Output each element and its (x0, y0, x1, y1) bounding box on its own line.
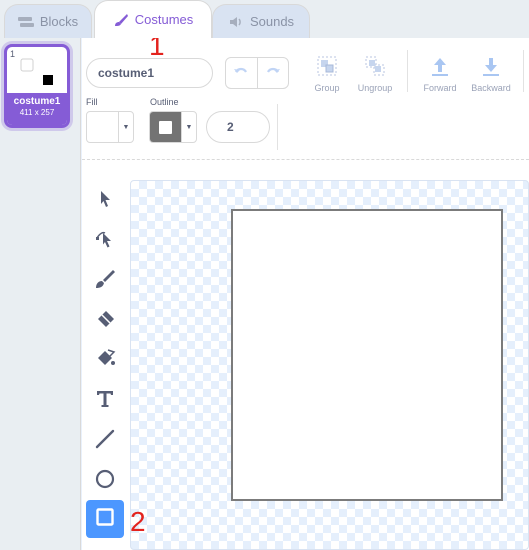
group-icon (316, 55, 338, 83)
outline-label: Outline (150, 97, 179, 107)
circle-tool[interactable] (86, 462, 124, 500)
fill-tool[interactable] (86, 342, 124, 380)
annotation-marker-2: 2 (130, 506, 146, 537)
costume-name: costume1 (13, 96, 61, 107)
chevron-down-icon: ▼ (185, 123, 193, 131)
toolbar-divider (407, 50, 408, 92)
group-button[interactable]: Group (302, 55, 352, 97)
ungroup-button[interactable]: Ungroup (350, 55, 400, 97)
tab-sounds-label: Sounds (249, 14, 295, 29)
costume-editor-area: 1 costume1 411 x 257 costume1 Group Ungr… (0, 30, 529, 550)
blocks-icon (17, 16, 34, 28)
outline-color-picker[interactable]: ▼ (149, 111, 197, 143)
circle-icon (95, 469, 115, 494)
reshape-tool[interactable] (86, 222, 124, 260)
drawing-canvas[interactable] (130, 180, 529, 550)
brush-icon (94, 268, 116, 295)
arrow-cursor-icon (95, 189, 115, 214)
line-tool[interactable] (86, 422, 124, 460)
backward-icon (480, 55, 502, 83)
forward-button[interactable]: Forward (415, 55, 465, 97)
brush-tool[interactable] (86, 262, 124, 300)
costume-dimensions: 411 x 257 (19, 108, 55, 117)
undo-button[interactable] (226, 58, 257, 88)
text-icon (95, 389, 115, 414)
settings-divider (277, 104, 278, 150)
speaker-icon (228, 15, 244, 29)
costume-label: costume1 411 x 257 (7, 93, 67, 125)
eraser-tool[interactable] (86, 302, 124, 340)
rectangle-tool[interactable] (86, 500, 124, 538)
costume-thumbnail (20, 58, 53, 85)
reshape-icon (94, 228, 116, 255)
forward-icon (429, 55, 451, 83)
select-tool[interactable] (86, 182, 124, 220)
undo-redo-group (225, 57, 289, 89)
ungroup-label: Ungroup (357, 83, 393, 93)
rectangle-icon (95, 507, 115, 532)
paint-editor: Group Ungroup Forward Backward Fill ▼ (82, 38, 529, 550)
line-icon (95, 429, 115, 454)
undo-icon (233, 64, 249, 82)
paint-bucket-icon (94, 348, 116, 375)
group-label: Group (314, 83, 340, 93)
paintbrush-icon (113, 13, 129, 27)
fill-color-picker[interactable]: ▼ (86, 111, 134, 143)
costume-name-input[interactable] (86, 58, 213, 88)
tab-blocks[interactable]: Blocks (4, 4, 92, 38)
backward-label: Backward (471, 83, 511, 93)
tab-costumes[interactable]: Costumes (94, 0, 212, 38)
chevron-down-icon: ▼ (122, 123, 130, 131)
drawn-rectangle[interactable] (231, 209, 503, 501)
outline-width-input[interactable] (206, 111, 270, 143)
costume-tile[interactable]: 1 costume1 411 x 257 (4, 44, 70, 128)
ungroup-icon (364, 55, 386, 83)
editor-tabs: Blocks Costumes Sounds (0, 0, 529, 38)
tab-sounds[interactable]: Sounds (212, 4, 310, 38)
eraser-icon (94, 308, 116, 335)
fill-label: Fill (86, 97, 98, 107)
tab-costumes-label: Costumes (134, 12, 194, 27)
fill-swatch (87, 112, 119, 142)
text-tool[interactable] (86, 382, 124, 420)
outline-swatch (150, 112, 182, 142)
backward-button[interactable]: Backward (466, 55, 516, 97)
toolbar-divider-2 (523, 50, 524, 92)
costume-list: 1 costume1 411 x 257 (0, 38, 81, 550)
toolbar-separator (82, 159, 529, 160)
redo-icon (265, 64, 281, 82)
redo-button[interactable] (256, 58, 289, 88)
tab-blocks-label: Blocks (39, 14, 79, 29)
forward-label: Forward (423, 83, 457, 93)
